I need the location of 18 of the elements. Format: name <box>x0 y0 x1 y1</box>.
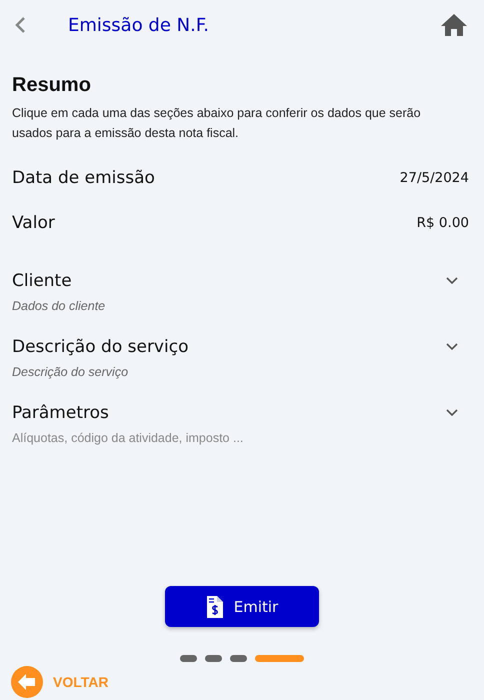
section-header[interactable]: Descrição do serviço <box>12 333 472 361</box>
section-header[interactable]: Parâmetros <box>12 399 472 427</box>
section-heading: Resumo <box>12 74 92 97</box>
field-label: Data de emissão <box>12 168 155 188</box>
emit-button[interactable]: Emitir <box>165 586 319 627</box>
instructions-text: Clique em cada uma das seções abaixo para conferir os dados que serão usados para a emissão desta nota fiscal. <box>12 105 422 142</box>
home-icon <box>440 13 468 37</box>
section-subtitle: Descrição do serviço <box>12 365 130 379</box>
page-title: Emissão de N.F. <box>68 14 210 36</box>
chevron-left-icon <box>14 16 26 34</box>
field-label: Valor <box>12 212 55 232</box>
invoice-icon <box>206 594 224 618</box>
field-value: R$ 0.00 <box>416 214 469 230</box>
section-header[interactable]: Cliente <box>12 267 472 295</box>
field-value: 27/5/2024 <box>400 170 469 186</box>
section-subtitle: Alíquotas, código da atividade, imposto ... <box>12 431 244 445</box>
section-subtitle: Dados do cliente <box>12 299 106 313</box>
home-button[interactable] <box>440 13 468 37</box>
